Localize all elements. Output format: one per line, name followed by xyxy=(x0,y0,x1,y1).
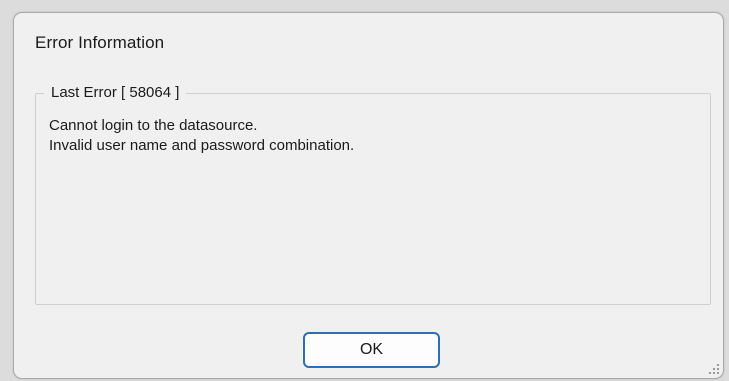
groupbox-legend: Last Error [ 58064 ] xyxy=(44,82,187,104)
ok-button[interactable]: OK xyxy=(303,332,440,368)
error-dialog: Error Information Last Error [ 58064 ] C… xyxy=(13,12,724,379)
last-error-groupbox: Last Error [ 58064 ] Cannot login to the… xyxy=(35,82,711,305)
dialog-title: Error Information xyxy=(35,33,165,52)
error-message: Cannot login to the datasource. Invalid … xyxy=(49,116,354,156)
error-message-line: Cannot login to the datasource. xyxy=(49,117,258,134)
error-message-line: Invalid user name and password combinati… xyxy=(49,137,355,154)
resize-grip-icon[interactable] xyxy=(709,364,719,374)
